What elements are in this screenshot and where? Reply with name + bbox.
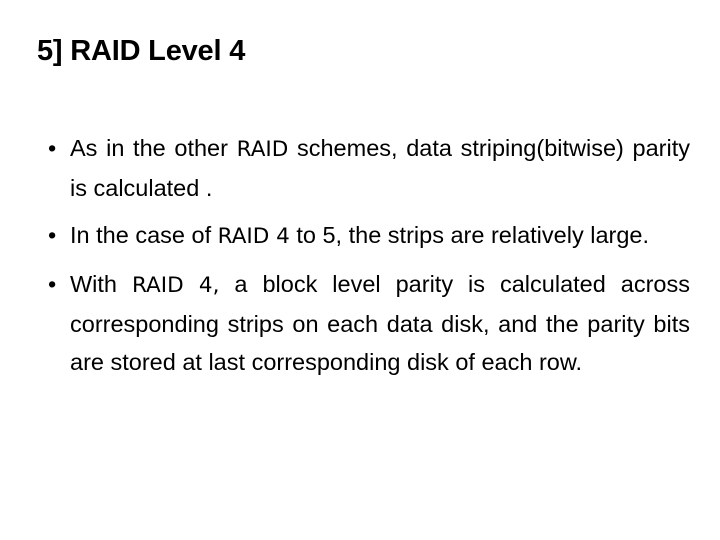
text-run: In the case of <box>70 222 218 248</box>
text-run-alt: RAID 4 <box>217 224 290 249</box>
text-run: to 5, the strips are relatively large. <box>289 222 650 248</box>
bullet-text-1: As in the other RAID schemes, data strip… <box>70 135 690 201</box>
page-title: 5] RAID Level 4 <box>37 35 246 67</box>
text-run: With <box>70 271 132 297</box>
text-run: As in the other <box>70 135 237 161</box>
list-item: • With RAID 4, a block level parity is c… <box>40 265 690 381</box>
bullet-point-icon: • <box>48 271 57 297</box>
text-run-alt: RAID <box>236 137 289 162</box>
list-item: • In the case of RAID 4 to 5, the strips… <box>40 216 690 256</box>
bullet-point-icon: • <box>48 135 57 161</box>
bullet-list: • As in the other RAID schemes, data str… <box>40 129 690 381</box>
bullet-point-icon: • <box>48 222 57 248</box>
slide-body: • As in the other RAID schemes, data str… <box>40 129 690 381</box>
list-item: • As in the other RAID schemes, data str… <box>40 129 690 207</box>
bullet-text-3: With RAID 4, a block level parity is cal… <box>70 271 690 375</box>
bullet-text-2: In the case of RAID 4 to 5, the strips a… <box>70 222 650 249</box>
text-run-alt: RAID 4, <box>131 273 220 298</box>
slide-canvas: 5] RAID Level 4 • As in the other RAID s… <box>0 0 720 540</box>
